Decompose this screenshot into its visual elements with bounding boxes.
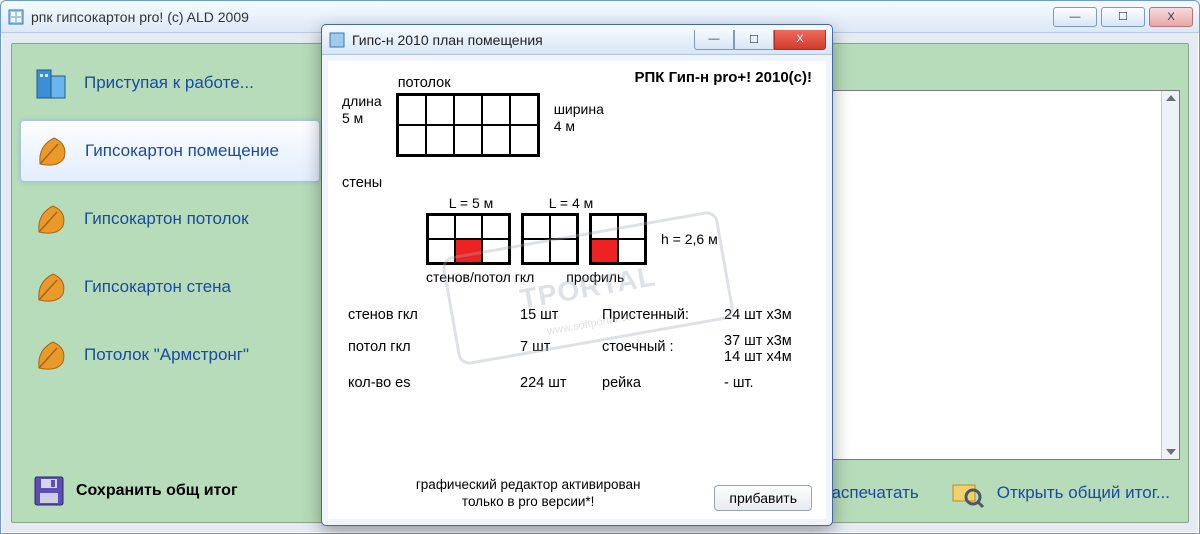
sidebar-item-label: Гипсокартон стена [84, 277, 231, 297]
table-row: потол гкл 7 шт стоечный : 37 шт x3м14 шт… [344, 329, 810, 369]
sidebar-item-ceiling[interactable]: Гипсокартон потолок [20, 188, 320, 250]
walls-diagram [426, 213, 647, 265]
floppy-icon [32, 474, 66, 508]
main-title: рпк гипсокартон pro! (c) ALD 2009 [31, 9, 249, 25]
print-label: Распечатать [821, 483, 919, 503]
app-icon [7, 8, 25, 26]
open-total-button[interactable]: Открыть общий итог... [949, 476, 1170, 510]
walls-label: стены [342, 175, 382, 191]
add-button[interactable]: прибавить [714, 485, 812, 511]
walls-sub2: профиль [566, 269, 624, 285]
buildings-icon [32, 63, 72, 103]
wall-height: h = 2,6 м [655, 231, 718, 247]
scrollbar[interactable] [1161, 91, 1179, 459]
table-row: кол-во es 224 шт рейка - шт. [344, 371, 810, 395]
dialog-controls: — ☐ X [694, 30, 826, 50]
length-dimension: длина 5 м [342, 71, 382, 127]
dialog-minimize-button[interactable]: — [694, 30, 734, 50]
plan-dialog: Гипс-н 2010 план помещения — ☐ X РПК Гип… [321, 24, 833, 526]
walls-sub1: стенов/потол гкл [426, 269, 534, 285]
brand-label: РПК Гип-н pro+! 2010(с)! [634, 69, 812, 86]
close-button[interactable]: X [1149, 7, 1193, 27]
table-row: стенов гкл 15 шт Пристенный: 24 шт x3м [344, 303, 810, 327]
sidebar-item-label: Гипсокартон помещение [85, 141, 279, 161]
dialog-close-button[interactable]: X [774, 30, 826, 50]
leaf-icon [32, 199, 72, 239]
window-controls: — ☐ X [1053, 7, 1193, 27]
leaf-icon [33, 131, 73, 171]
sidebar-item-armstrong[interactable]: Потолок "Армстронг" [20, 324, 320, 386]
save-total-button[interactable]: Сохранить общ итог [20, 468, 320, 514]
scroll-up-icon[interactable] [1166, 95, 1176, 101]
dialog-body: РПК Гип-н pro+! 2010(с)! длина 5 м потол… [328, 61, 826, 519]
open-total-label: Открыть общий итог... [997, 483, 1170, 503]
results-table: стенов гкл 15 шт Пристенный: 24 шт x3м п… [342, 301, 812, 397]
magnifier-icon [949, 476, 987, 510]
scroll-down-icon[interactable] [1166, 449, 1176, 455]
sidebar-item-label: Потолок "Армстронг" [84, 345, 249, 365]
wall-seg1: L = 5 м [426, 195, 516, 211]
width-dimension: ширина 4 м [554, 71, 604, 135]
dialog-titlebar[interactable]: Гипс-н 2010 план помещения — ☐ X [322, 25, 832, 55]
save-total-label: Сохранить общ итог [76, 482, 238, 500]
dialog-title: Гипс-н 2010 план помещения [352, 32, 543, 48]
sidebar-item-wall[interactable]: Гипсокартон стена [20, 256, 320, 318]
dialog-maximize-button[interactable]: ☐ [734, 30, 774, 50]
ceiling-label: потолок [398, 75, 540, 91]
footer-note: графический редактор активировантолько в… [342, 477, 714, 511]
wall-seg2: L = 4 м [526, 195, 616, 211]
app-icon [328, 31, 346, 49]
leaf-icon [32, 335, 72, 375]
minimize-button[interactable]: — [1053, 7, 1097, 27]
leaf-icon [32, 267, 72, 307]
sidebar-item-label: Приступая к работе... [84, 73, 254, 93]
ceiling-grid [396, 93, 540, 157]
sidebar-item-label: Гипсокартон потолок [84, 209, 249, 229]
sidebar-item-start[interactable]: Приступая к работе... [20, 52, 320, 114]
dialog-footer: графический редактор активировантолько в… [342, 477, 812, 511]
sidebar-item-room[interactable]: Гипсокартон помещение [20, 120, 320, 182]
maximize-button[interactable]: ☐ [1101, 7, 1145, 27]
sidebar: Приступая к работе... Гипсокартон помеще… [20, 52, 320, 514]
